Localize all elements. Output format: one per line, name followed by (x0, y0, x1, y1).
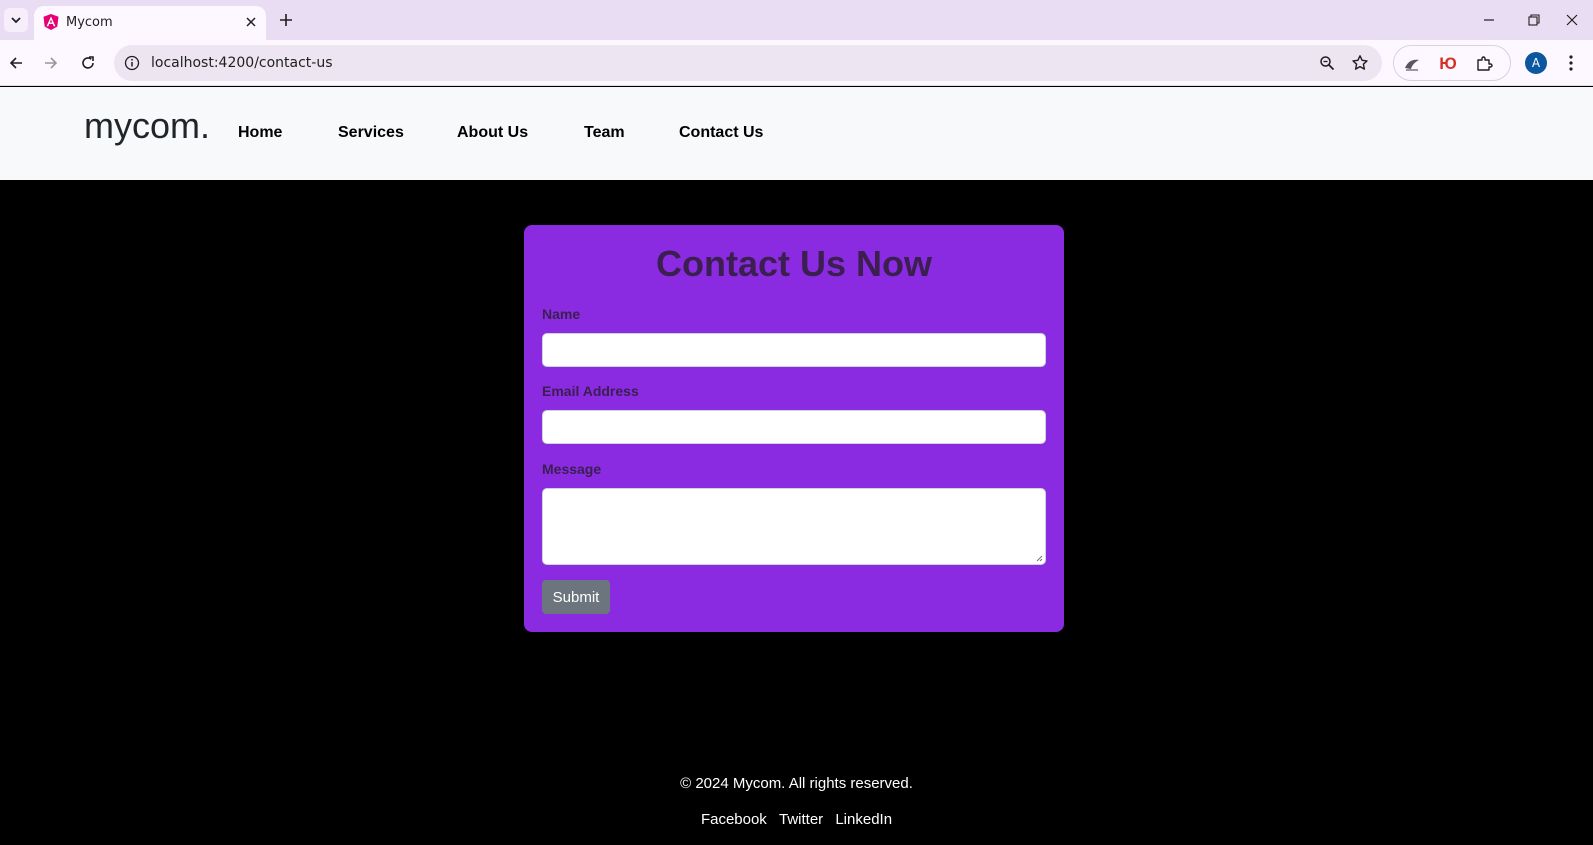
submit-button[interactable]: Submit (542, 580, 610, 614)
form-title: Contact Us Now (655, 243, 932, 284)
reload-icon (82, 56, 94, 69)
chevron-down-icon (11, 17, 21, 24)
close-icon (246, 17, 256, 27)
close-window-button[interactable] (1555, 6, 1589, 34)
extension-button-2[interactable]: Ю (1436, 52, 1460, 76)
footer-link-linkedin[interactable]: LinkedIn (835, 811, 892, 828)
name-label: Name (542, 306, 581, 322)
extensions-menu-button[interactable] (1472, 52, 1496, 76)
address-bar[interactable]: localhost:4200/contact-us (114, 45, 1382, 81)
extension-button-1[interactable] (1400, 52, 1424, 76)
message-textarea[interactable] (542, 488, 1046, 565)
site-logo[interactable]: mycom. (84, 105, 210, 147)
nav-link-services[interactable]: Services (338, 124, 404, 142)
puzzle-icon (1477, 56, 1493, 71)
bird-extension-icon (1405, 59, 1419, 71)
main-content: Contact Us Now Name Email Address Messag… (0, 180, 1593, 845)
resize-handle-icon[interactable] (1035, 554, 1043, 562)
footer-link-twitter[interactable]: Twitter (779, 811, 823, 828)
profile-avatar[interactable]: A (1525, 52, 1547, 74)
browser-toolbar: localhost:4200/contact-us Ю A (0, 40, 1593, 86)
site-info-button[interactable] (122, 53, 142, 73)
nav-link-team[interactable]: Team (584, 124, 625, 142)
star-icon (1352, 55, 1368, 70)
new-tab-button[interactable] (274, 8, 298, 32)
forward-button[interactable] (37, 49, 65, 77)
email-input[interactable] (542, 410, 1046, 444)
footer-link-facebook[interactable]: Facebook (701, 811, 767, 828)
tab-title: Mycom (66, 15, 113, 30)
reload-button[interactable] (74, 49, 102, 77)
nav-link-about-us[interactable]: About Us (457, 124, 528, 142)
contact-form: Contact Us Now Name Email Address Messag… (524, 225, 1064, 632)
restore-icon (1528, 14, 1540, 26)
arrow-left-icon (9, 57, 22, 69)
browser-tab-bar: Mycom (0, 0, 1593, 40)
minimize-button[interactable] (1472, 6, 1506, 34)
extensions-group: Ю (1393, 45, 1511, 81)
zoom-icon (1320, 56, 1335, 71)
url-text: localhost:4200/contact-us (151, 55, 333, 71)
zoom-button[interactable] (1316, 52, 1338, 74)
footer-copyright: © 2024 Mycom. All rights reserved. (680, 775, 913, 792)
nav-link-contact-us[interactable]: Contact Us (679, 124, 763, 142)
browser-menu-button[interactable] (1558, 50, 1584, 76)
plus-icon (280, 14, 292, 26)
bookmark-button[interactable] (1349, 52, 1371, 74)
nav-link-home[interactable]: Home (238, 124, 282, 142)
email-label: Email Address (542, 383, 639, 399)
site-header: mycom. Home Services About Us Team Conta… (0, 87, 1593, 180)
name-input[interactable] (542, 333, 1046, 367)
angular-icon (43, 14, 59, 30)
close-tab-button[interactable] (242, 13, 260, 31)
close-icon (1566, 14, 1578, 26)
message-label: Message (542, 461, 602, 477)
info-icon (124, 55, 140, 71)
tab-search-button[interactable] (4, 8, 28, 32)
back-button[interactable] (2, 49, 30, 77)
restore-button[interactable] (1517, 6, 1551, 34)
footer-links: Facebook Twitter LinkedIn (0, 811, 1593, 828)
letter-extension-icon: Ю (1439, 54, 1457, 73)
browser-tab[interactable]: Mycom (34, 6, 266, 40)
arrow-right-icon (45, 57, 58, 69)
more-vertical-icon (1569, 55, 1573, 71)
minimize-icon (1484, 19, 1494, 21)
